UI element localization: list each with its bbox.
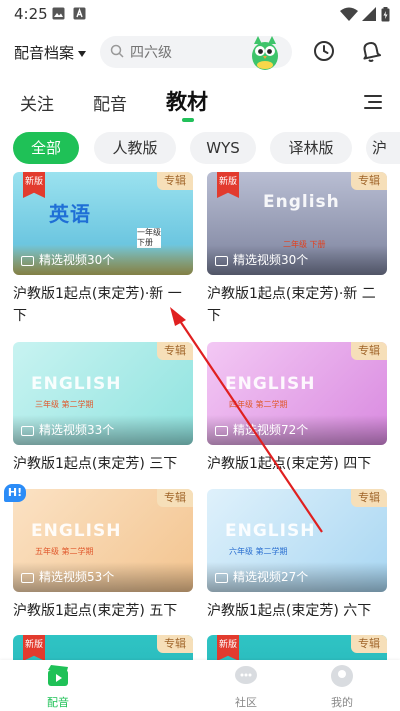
card-thumbnail: 专辑 ENGLISH 六年级 第二学期 精选视频27个 bbox=[207, 489, 387, 592]
community-chat-icon bbox=[235, 666, 257, 684]
top-bar: 配音档案 bbox=[0, 32, 400, 72]
signal-icon bbox=[362, 7, 376, 21]
cover-grade: 三年级 第二学期 bbox=[35, 400, 94, 409]
textbook-card[interactable]: 新版 专辑 bbox=[207, 635, 387, 660]
search-bar[interactable] bbox=[100, 36, 292, 70]
album-badge: 专辑 bbox=[351, 489, 387, 507]
video-count: 精选视频30个 bbox=[215, 251, 308, 268]
cover-word: 英语 bbox=[49, 202, 91, 226]
video-count: 精选视频27个 bbox=[215, 568, 308, 585]
video-count: 精选视频72个 bbox=[215, 421, 308, 438]
textbook-card[interactable]: 专辑 ENGLISH 六年级 第二学期 精选视频27个 沪教版1起点(束定芳) … bbox=[207, 489, 387, 622]
card-thumbnail: 专辑 ENGLISH 五年级 第二学期 精选视频53个 bbox=[13, 489, 193, 592]
image-notification-icon bbox=[52, 7, 65, 20]
textbook-card[interactable]: 专辑 ENGLISH 四年级 第二学期 精选视频72个 沪教版1起点(束定芳) … bbox=[207, 342, 387, 475]
wifi-icon bbox=[340, 7, 358, 21]
menu-icon[interactable] bbox=[364, 94, 382, 110]
cover-word: ENGLISH bbox=[31, 374, 122, 394]
card-title: 沪教版1起点(束定芳) 五下 bbox=[13, 603, 178, 619]
filter-chips: 全部 人教版 WYS 译林版 沪 bbox=[0, 132, 400, 164]
new-edition-tag: 新版 bbox=[23, 172, 45, 198]
video-count: 精选视频30个 bbox=[21, 251, 114, 268]
cover-grade: 六年级 第二学期 bbox=[229, 547, 288, 556]
new-edition-tag: 新版 bbox=[217, 172, 239, 198]
card-thumbnail: 新版 专辑 bbox=[13, 635, 193, 660]
nav-label: 我的 bbox=[331, 696, 353, 709]
search-icon bbox=[110, 44, 124, 58]
textbook-card[interactable]: 专辑 ENGLISH 五年级 第二学期 精选视频53个 沪教版1起点(束定芳) … bbox=[13, 489, 193, 622]
chip-wys[interactable]: WYS bbox=[190, 132, 256, 164]
new-edition-tag: 新版 bbox=[217, 635, 239, 660]
nav-dubbing[interactable]: 配音 bbox=[28, 664, 88, 710]
cover-word: English bbox=[263, 192, 340, 212]
album-badge: 专辑 bbox=[351, 342, 387, 360]
card-thumbnail: 新版 专辑 bbox=[207, 635, 387, 660]
chip-hujiao[interactable]: 沪 bbox=[366, 132, 400, 164]
textbook-card[interactable]: 专辑 ENGLISH 三年级 第二学期 精选视频33个 沪教版1起点(束定芳) … bbox=[13, 342, 193, 475]
card-thumbnail: 新版 专辑 英语 一年级 下册 精选视频30个 bbox=[13, 172, 193, 275]
dubbing-archive-dropdown[interactable]: 配音档案 bbox=[14, 42, 87, 63]
album-badge: 专辑 bbox=[351, 172, 387, 190]
battery-icon bbox=[381, 7, 390, 22]
card-title: 沪教版1起点(束定芳) 四下 bbox=[207, 456, 372, 472]
status-bar: 4:25 bbox=[0, 0, 400, 28]
tv-icon bbox=[215, 572, 228, 583]
tv-icon bbox=[215, 255, 228, 266]
archive-label: 配音档案 bbox=[14, 44, 75, 62]
album-badge: 专辑 bbox=[157, 342, 193, 360]
status-time: 4:25 bbox=[14, 5, 48, 23]
tv-icon bbox=[21, 255, 34, 266]
card-thumbnail: 专辑 ENGLISH 三年级 第二学期 精选视频33个 bbox=[13, 342, 193, 445]
nav-community[interactable]: 社区 bbox=[216, 664, 276, 710]
textbook-card[interactable]: 新版 专辑 English 二年级 下册 精选视频30个 沪教版1起点(束定芳)… bbox=[207, 172, 387, 327]
textbook-card[interactable]: 新版 专辑 英语 一年级 下册 精选视频30个 沪教版1起点(束定芳)·新 一下 bbox=[13, 172, 193, 327]
bottom-nav: 配音 社区 我的 bbox=[0, 660, 400, 711]
tv-icon bbox=[21, 425, 34, 436]
album-badge: 专辑 bbox=[351, 635, 387, 653]
notification-bell-icon[interactable] bbox=[360, 39, 382, 63]
card-title: 沪教版1起点(束定芳) 六下 bbox=[207, 603, 372, 619]
nav-label: 配音 bbox=[47, 696, 69, 709]
nav-label: 社区 bbox=[235, 696, 257, 709]
history-clock-icon[interactable] bbox=[313, 40, 335, 62]
card-title: 沪教版1起点(束定芳)·新 二下 bbox=[207, 286, 376, 324]
card-title: 沪教版1起点(束定芳)·新 一下 bbox=[13, 286, 182, 324]
cover-word: ENGLISH bbox=[225, 374, 316, 394]
tab-follow[interactable]: 关注 bbox=[20, 90, 54, 115]
nav-mine[interactable]: 我的 bbox=[312, 664, 372, 710]
card-thumbnail: 新版 专辑 English 二年级 下册 精选视频30个 bbox=[207, 172, 387, 275]
card-thumbnail: 专辑 ENGLISH 四年级 第二学期 精选视频72个 bbox=[207, 342, 387, 445]
floating-h-badge[interactable]: H! bbox=[4, 484, 26, 502]
album-badge: 专辑 bbox=[157, 635, 193, 653]
album-badge: 专辑 bbox=[157, 489, 193, 507]
tab-dubbing[interactable]: 配音 bbox=[93, 90, 127, 115]
dropdown-arrow-icon bbox=[78, 50, 87, 57]
textbook-grid: 新版 专辑 英语 一年级 下册 精选视频30个 沪教版1起点(束定芳)·新 一下… bbox=[0, 172, 400, 660]
dubbing-clapper-icon bbox=[48, 665, 68, 686]
cover-grade: 五年级 第二学期 bbox=[35, 547, 94, 556]
chip-pep[interactable]: 人教版 bbox=[94, 132, 176, 164]
card-title: 沪教版1起点(束定芳) 三下 bbox=[13, 456, 178, 472]
search-input[interactable] bbox=[128, 42, 242, 64]
chip-all[interactable]: 全部 bbox=[13, 132, 79, 164]
owl-mascot-icon bbox=[252, 36, 278, 70]
new-edition-tag: 新版 bbox=[23, 635, 45, 660]
tab-textbook[interactable]: 教材 bbox=[166, 86, 208, 116]
active-tab-indicator bbox=[182, 118, 194, 122]
content-tabs: 关注 配音 教材 bbox=[0, 86, 400, 122]
cover-word: ENGLISH bbox=[225, 521, 316, 541]
video-count: 精选视频33个 bbox=[21, 421, 114, 438]
profile-avatar-icon bbox=[331, 665, 353, 687]
tv-icon bbox=[21, 572, 34, 583]
app-notification-icon bbox=[73, 7, 86, 20]
video-count: 精选视频53个 bbox=[21, 568, 114, 585]
tv-icon bbox=[215, 425, 228, 436]
cover-grade: 四年级 第二学期 bbox=[229, 400, 288, 409]
chip-yilin[interactable]: 译林版 bbox=[270, 132, 352, 164]
textbook-card[interactable]: 新版 专辑 bbox=[13, 635, 193, 660]
album-badge: 专辑 bbox=[157, 172, 193, 190]
cover-word: ENGLISH bbox=[31, 521, 122, 541]
